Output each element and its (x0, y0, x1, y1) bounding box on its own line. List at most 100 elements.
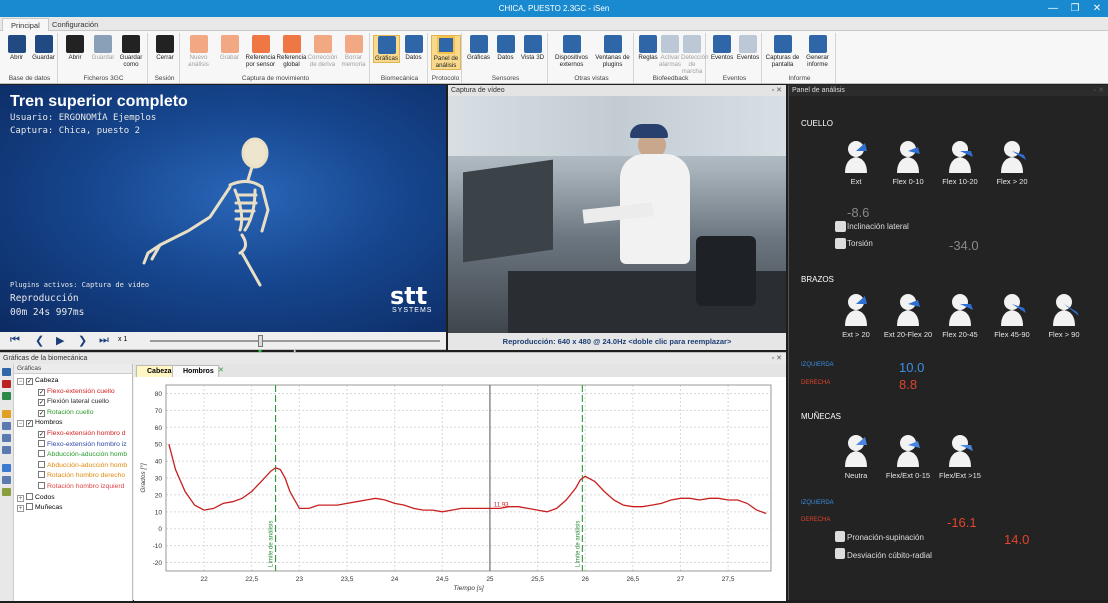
folder-graph-icon[interactable] (2, 410, 11, 418)
prev-frame-icon[interactable]: ❮ (35, 334, 44, 347)
ribbon-button-9-1[interactable]: Eventos (735, 35, 761, 61)
tree-checkbox[interactable]: ✓ (38, 399, 45, 407)
ribbon-button-4-1[interactable]: Datos (400, 35, 427, 61)
expand-icon[interactable]: + (17, 505, 24, 513)
ribbon-button-label: Abrir (9, 54, 24, 61)
ribbon-button-0-0[interactable]: Abrir (3, 35, 30, 61)
ribbon-button-6-1[interactable]: Datos (492, 35, 519, 61)
chart-tab-cabeza[interactable]: Cabeza (136, 365, 177, 377)
tree-checkbox[interactable]: ✓ (38, 431, 45, 438)
ribbon-button-6-0[interactable]: Gráficas (465, 35, 492, 61)
ribbon-button-8-1[interactable]: Activar alarmas (659, 35, 681, 68)
tree-checkbox[interactable] (38, 471, 45, 479)
tree-item[interactable]: ✓ Flexo-extensión cuello (14, 387, 115, 397)
ribbon-button-4-0[interactable]: Gráficas (373, 35, 400, 63)
tree-checkbox[interactable] (26, 503, 33, 511)
ribbon-button-8-2[interactable]: Detección de marcha (681, 35, 709, 75)
tree-item[interactable]: Flexo-extensión hombro iz (14, 439, 127, 450)
neck-label-1: Flex 0-10 (892, 177, 924, 186)
ribbon-button-6-2[interactable]: Vista 3D (519, 35, 546, 61)
list-icon[interactable] (2, 446, 11, 454)
tree-item[interactable]: Rotación hombro izquierd (14, 482, 124, 492)
ribbon-button-3-5[interactable]: Borrar memoria (338, 35, 369, 68)
ribbon-group-label: Sensores (491, 75, 520, 82)
ribbon-button-0-1[interactable]: Guardar (30, 35, 57, 61)
ribbon-button-label: Corrección de deriva (307, 54, 338, 68)
ribbon-button-label: Nuevo análisis (188, 54, 209, 68)
ribbon-button-3-0[interactable]: Nuevo análisis (183, 35, 214, 68)
video-frame[interactable] (448, 96, 786, 333)
ribbon-button-1-2[interactable]: Guardar como (117, 35, 145, 68)
view-icon[interactable] (2, 476, 11, 484)
ribbon-group-label: Ficheros 3GC (83, 75, 124, 82)
close-tab-icon[interactable]: ✕ (218, 366, 224, 374)
video-caption[interactable]: Reproducción: 640 x 480 @ 24.0Hz <doble … (448, 333, 786, 350)
tree-checkbox[interactable] (26, 492, 33, 500)
progress-track[interactable] (150, 340, 440, 342)
layout-icon[interactable] (2, 422, 11, 430)
ribbon-button-7-0[interactable]: Dispositivos externos (551, 35, 592, 68)
tree-checkbox[interactable]: ✓ (26, 420, 33, 428)
tree-item[interactable]: − ✓ Cabeza (14, 376, 58, 386)
tree-item[interactable]: ✓ Flexo-extensión hombro d (14, 429, 126, 439)
ribbon-button-3-2[interactable]: Referencia por sensor (245, 35, 276, 68)
tree-checkbox[interactable] (38, 460, 45, 468)
ribbon-button-3-1[interactable]: Grabar (214, 35, 245, 61)
ribbon-button-1-0[interactable]: Abrir (61, 35, 89, 61)
tree-item[interactable]: + Codos (14, 492, 55, 503)
tab-configuracion[interactable]: Configuración (44, 18, 106, 31)
last-frame-icon[interactable]: ⏭ (99, 334, 109, 347)
maximize-icon[interactable]: ❐ (1064, 0, 1086, 17)
speed-selector[interactable]: x 1 (118, 336, 127, 343)
tree-checkbox[interactable]: ✓ (38, 409, 45, 417)
ribbon-button-2-0[interactable]: Cerrar (151, 35, 179, 61)
minimize-icon[interactable]: — (1042, 0, 1064, 17)
tree-item[interactable]: ✓ Flexión lateral cuello (14, 397, 109, 407)
alarm-icon (661, 35, 679, 53)
ribbon-button-7-1[interactable]: Ventanas de plugins (592, 35, 633, 68)
ribbon-button-3-3[interactable]: Referencia global (276, 35, 307, 68)
save-graph-icon[interactable] (2, 368, 11, 376)
expand-icon[interactable]: − (17, 420, 24, 428)
deviation-icon (835, 548, 845, 559)
expand-icon[interactable]: + (17, 494, 24, 502)
y-tick-label: 20 (155, 492, 163, 499)
ribbon-button-10-1[interactable]: Generar informe (800, 35, 835, 68)
progress-thumb[interactable] (258, 335, 264, 347)
ribbon-button-8-0[interactable]: Reglas (637, 35, 659, 61)
expand-icon[interactable]: − (17, 378, 24, 385)
tree-checkbox[interactable] (38, 439, 45, 447)
ribbon-button-10-0[interactable]: Capturas de pantalla (765, 35, 800, 68)
viewer-3d[interactable]: Tren superior completo Usuario: ERGONOMÍ… (0, 85, 446, 363)
grid (166, 385, 771, 571)
chart-type-icon[interactable] (2, 488, 11, 496)
tab-principal[interactable]: Principal (2, 18, 49, 31)
ribbon-button-9-0[interactable]: Eventos (709, 35, 735, 61)
tree-checkbox[interactable] (38, 482, 45, 489)
tree-item[interactable]: Abducción-aducción homb (14, 460, 127, 471)
tree-item[interactable]: + Muñecas (14, 503, 63, 513)
stack-icon[interactable] (2, 434, 11, 442)
tree-checkbox[interactable]: ✓ (38, 388, 45, 396)
line-chart[interactable]: -20 -10 0 10 20 30 40 50 60 70 80 22 22,5 23 23,5 24 24,… (134, 377, 786, 601)
tree-item[interactable]: − ✓ Hombros (14, 418, 63, 428)
ribbon-button-3-4[interactable]: Corrección de deriva (307, 35, 338, 68)
tree-checkbox[interactable]: ✓ (26, 378, 33, 385)
ribbon-button-label: Abrir (68, 54, 82, 61)
chart-area[interactable]: -20 -10 0 10 20 30 40 50 60 70 80 22 22,5 23 23,5 24 24,… (134, 377, 786, 601)
tree-checkbox[interactable] (38, 450, 45, 458)
play-icon[interactable]: ▶ (56, 334, 64, 347)
close-icon[interactable]: ✕ (1086, 0, 1108, 17)
check-icon[interactable] (2, 464, 11, 472)
tree-item[interactable]: ✓ Rotación cuello (14, 408, 93, 418)
export-pdf-icon[interactable] (2, 380, 11, 388)
chart-tab-hombros[interactable]: Hombros (172, 365, 219, 377)
ribbon-button-5-0[interactable]: Panel de análisis (431, 35, 461, 70)
next-frame-icon[interactable]: ❯ (78, 334, 87, 347)
first-frame-icon[interactable]: ⏮ (10, 334, 20, 347)
tree-item[interactable]: Abducción-aducción homb (14, 450, 127, 460)
ribbon-group-8: Reglas Activar alarmas Detección de marcha… (636, 33, 709, 83)
export-excel-icon[interactable] (2, 392, 11, 400)
tree-item[interactable]: Rotación hombro derecho (14, 471, 125, 481)
ribbon-button-1-1[interactable]: Guardar (89, 35, 117, 61)
